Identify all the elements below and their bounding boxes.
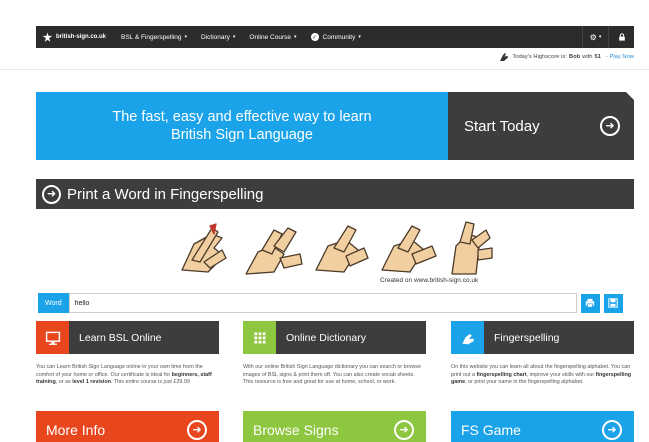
- hand-sign-e: [245, 227, 303, 275]
- login-button[interactable]: [608, 26, 634, 48]
- nav-right-tools: ⚙ ▾: [582, 26, 634, 48]
- monitor-icon: [36, 321, 69, 354]
- highscore-score: 51: [594, 54, 601, 60]
- hero-line-1: The fast, easy and effective way to lear…: [112, 109, 372, 125]
- text-run: , improve your skills with our: [526, 371, 596, 378]
- nav-label: Community: [322, 33, 356, 41]
- lock-icon: [618, 33, 625, 41]
- fingerspelling-column: Fingerspelling On this website you can l…: [451, 321, 634, 442]
- online-dictionary-column: Online Dictionary With our online Britis…: [243, 321, 426, 442]
- header-divider: [0, 69, 649, 70]
- browse-signs-button[interactable]: Browse Signs ➜: [243, 411, 426, 442]
- save-button[interactable]: [603, 293, 623, 313]
- image-credit: Created on www.british-sign.co.uk: [380, 277, 479, 284]
- column-title: Online Dictionary: [286, 331, 366, 344]
- text-run: With our online British Sign Language di…: [243, 364, 421, 386]
- fingerspelling-header[interactable]: Fingerspelling: [451, 321, 634, 354]
- fingerspelling-hands-image: [181, 221, 493, 275]
- highscore-notice: Today's Highscore is: Bob with 51 - Play…: [499, 52, 634, 62]
- arrow-right-circle-icon: ➜: [600, 116, 620, 136]
- hero-banner: The fast, easy and effective way to lear…: [36, 92, 634, 160]
- text-run: . This entire course is just £39.99: [110, 379, 190, 386]
- column-description: You can Learn British Sign Language onli…: [36, 354, 219, 406]
- brand-star-icon: [42, 32, 53, 42]
- grid-icon: [243, 321, 276, 354]
- word-input-row: Word: [38, 293, 634, 313]
- play-now-link[interactable]: - Play Now: [606, 54, 634, 60]
- text-emphasis: fingerspelling chart: [476, 371, 527, 378]
- arrow-right-circle-icon: ➜: [187, 420, 207, 440]
- section-title: Print a Word in Fingerspelling: [67, 185, 264, 203]
- button-label: More Info: [46, 422, 106, 438]
- hero-line-2: British Sign Language: [171, 127, 313, 143]
- learn-bsl-header[interactable]: Learn BSL Online: [36, 321, 219, 354]
- arrow-right-circle-icon: ➜: [394, 420, 414, 440]
- top-nav-bar: british-sign.co.uk BSL & Fingerspelling …: [36, 26, 634, 48]
- hand-sign-l: [315, 225, 369, 273]
- chevron-down-icon: ▾: [184, 34, 187, 40]
- chevron-down-icon: ▾: [358, 34, 361, 40]
- column-title: Learn BSL Online: [79, 331, 162, 344]
- arrow-right-circle-icon: ➜: [602, 420, 622, 440]
- highscore-mid: with: [582, 54, 593, 60]
- text-emphasis: level 1 revision: [72, 379, 111, 386]
- highscore-prefix: Today's Highscore is:: [512, 54, 567, 60]
- button-label: FS Game: [461, 422, 521, 438]
- chevron-down-icon: ▾: [293, 34, 297, 40]
- signing-hand-icon: [500, 53, 509, 61]
- hand-sign-l: [381, 225, 437, 273]
- nav-dictionary[interactable]: Dictionary ▾: [194, 26, 242, 48]
- highscore-name: Bob: [568, 54, 581, 60]
- chevron-down-icon: ▾: [232, 34, 236, 40]
- arrow-right-circle-icon: ➜: [42, 184, 61, 204]
- fingerspelling-section-header: ➜ Print a Word in Fingerspelling: [36, 179, 634, 209]
- print-button[interactable]: [580, 293, 600, 313]
- brand-name: british-sign.co.uk: [56, 34, 107, 40]
- nav-label: Online Course: [249, 33, 291, 41]
- nav-label: BSL & Fingerspelling: [121, 33, 182, 41]
- word-label: Word: [38, 293, 69, 313]
- word-input[interactable]: [68, 293, 577, 313]
- gear-icon: ⚙: [589, 32, 597, 42]
- chevron-down-icon: ▾: [598, 34, 602, 40]
- nav-community[interactable]: ✓ Community ▾: [304, 26, 368, 48]
- hand-icon: [451, 321, 484, 354]
- hand-sign-o: [451, 221, 493, 275]
- nav-label: Dictionary: [201, 33, 230, 41]
- start-today-button[interactable]: Start Today ➜: [448, 92, 634, 160]
- text-run: , or as: [55, 379, 73, 386]
- settings-menu[interactable]: ⚙ ▾: [582, 26, 608, 48]
- start-today-label: Start Today: [464, 117, 540, 135]
- check-circle-icon: ✓: [310, 33, 319, 41]
- hero-tagline: The fast, easy and effective way to lear…: [36, 92, 448, 160]
- fs-game-button[interactable]: FS Game ➜: [451, 411, 634, 442]
- brand-logo[interactable]: british-sign.co.uk: [36, 26, 114, 48]
- more-info-button[interactable]: More Info ➜: [36, 411, 219, 442]
- button-label: Browse Signs: [253, 422, 339, 438]
- hand-sign-h: [181, 223, 227, 273]
- text-run: , or print your name in the fingerspelli…: [465, 379, 584, 386]
- nav-bsl-fingerspelling[interactable]: BSL & Fingerspelling ▾: [114, 26, 194, 48]
- online-dictionary-header[interactable]: Online Dictionary: [243, 321, 426, 354]
- column-description: With our online British Sign Language di…: [243, 354, 426, 406]
- column-description: On this website you can learn all about …: [451, 354, 634, 406]
- learn-bsl-column: Learn BSL Online You can Learn British S…: [36, 321, 219, 442]
- printer-icon: [585, 298, 595, 308]
- floppy-disk-icon: [608, 298, 618, 308]
- column-title: Fingerspelling: [494, 331, 560, 344]
- nav-online-course[interactable]: Online Course ▾: [242, 26, 303, 48]
